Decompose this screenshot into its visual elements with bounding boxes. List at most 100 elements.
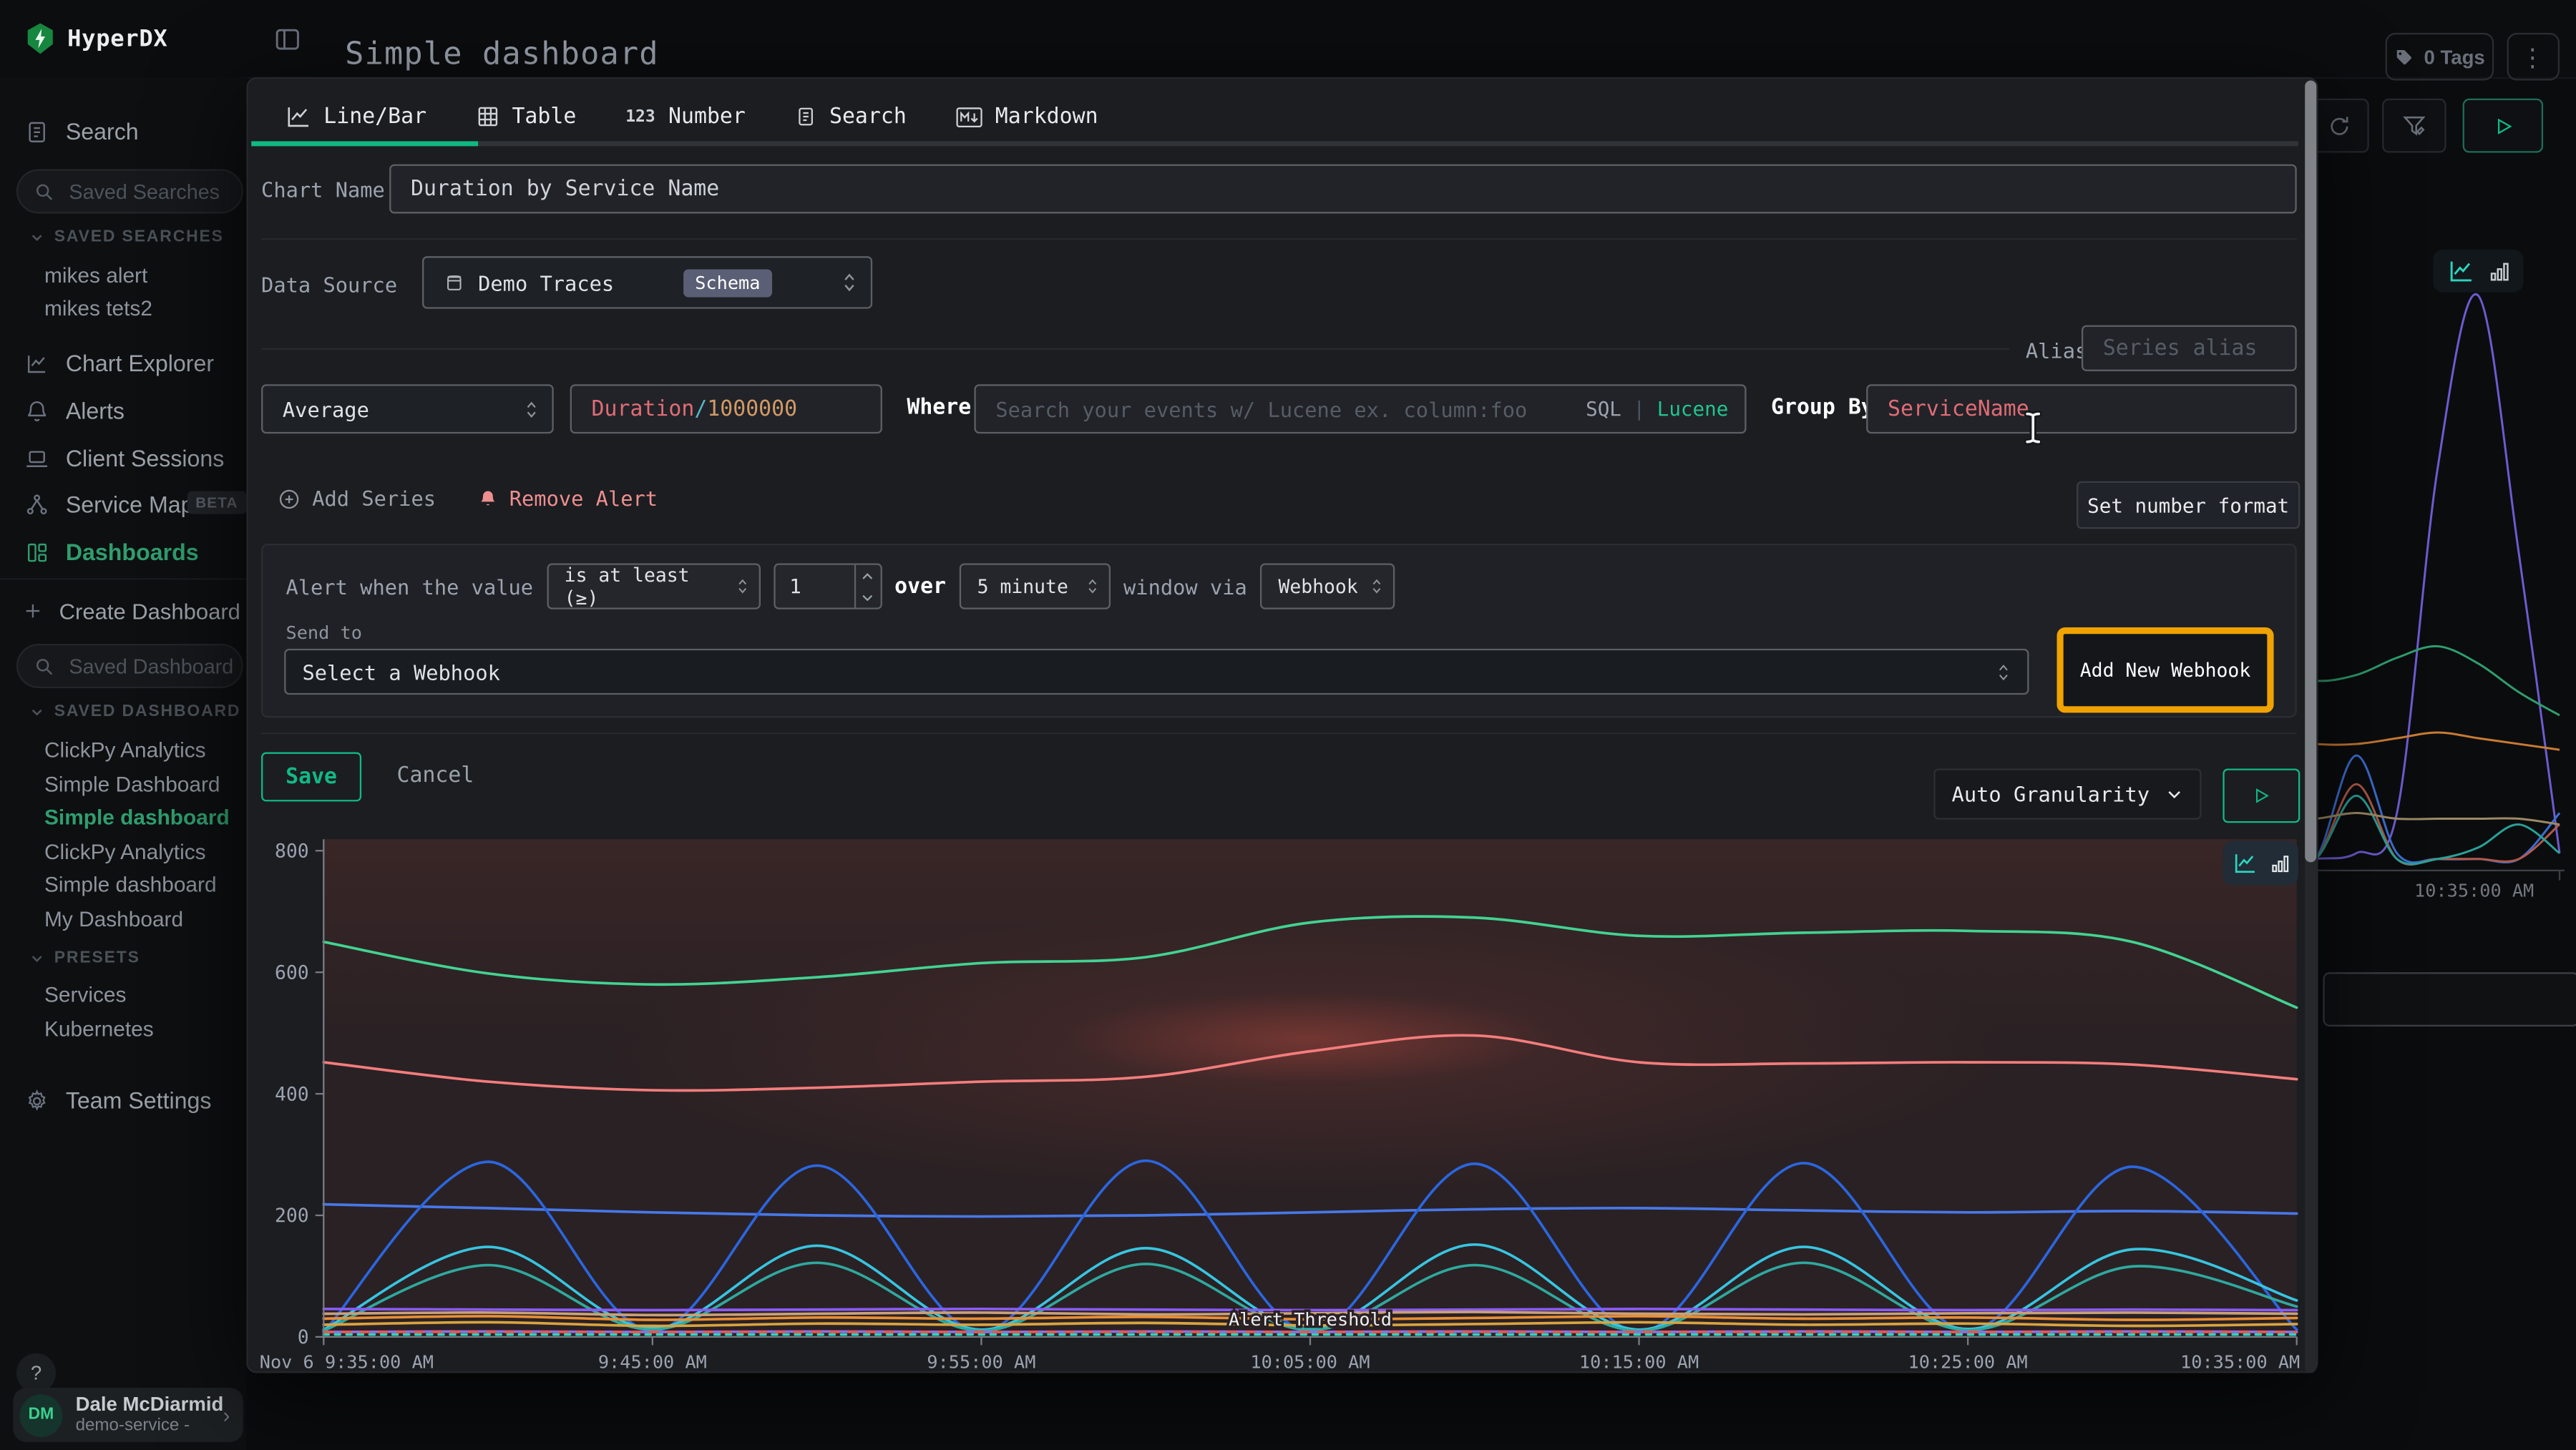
x-tick-label: 10:15:00 AM [1579, 1352, 1699, 1373]
data-source-value: Demo Traces [478, 270, 614, 295]
aggregation-select[interactable]: Average [261, 384, 554, 433]
saved-dashboards-input[interactable] [16, 644, 243, 688]
sidebar-item-label: Search [66, 118, 139, 144]
line-chart-icon [2232, 853, 2256, 874]
dashboard-item[interactable]: ClickPy Analytics [44, 738, 206, 762]
number-spinner[interactable] [854, 565, 880, 608]
preview-run-button[interactable] [2223, 768, 2300, 823]
user-card[interactable]: DM Dale McDiarmid demo-service - › [13, 1388, 243, 1442]
filter-button[interactable] [2382, 99, 2446, 153]
dashboard-item-active[interactable]: Simple dashboard [44, 805, 230, 829]
alert-channel-select[interactable]: Webhook [1260, 564, 1395, 609]
saved-search-item[interactable]: mikes alert [44, 263, 147, 287]
bg-x-tick-label: 10:35:00 AM [2414, 881, 2534, 901]
y-tick-label: 0 [298, 1326, 309, 1348]
tab-table[interactable]: Table [452, 92, 601, 142]
preset-item[interactable]: Services [44, 982, 126, 1006]
alert-window-select[interactable]: 5 minute [959, 564, 1110, 609]
avatar: DM [20, 1393, 63, 1436]
hyperdx-logo-icon [26, 23, 54, 54]
tab-line-bar[interactable]: Line/Bar [261, 92, 451, 142]
group-by-input[interactable]: ServiceName [1866, 384, 2297, 433]
tab-markdown[interactable]: Markdown [931, 92, 1123, 142]
presets-header[interactable]: PRESETS [29, 949, 140, 967]
cancel-button[interactable]: Cancel [386, 753, 485, 798]
saved-dashboards-header[interactable]: SAVED DASHBOARD [29, 703, 240, 721]
saved-search-item[interactable]: mikes tets2 [44, 295, 152, 320]
markdown-icon [956, 106, 982, 127]
sidebar-item-dashboards[interactable]: Dashboards [0, 529, 246, 574]
text-cursor [2022, 411, 2044, 445]
alert-threshold-input[interactable] [773, 564, 882, 609]
spinner-up-icon[interactable] [861, 571, 874, 581]
bell-icon [23, 398, 49, 424]
sidebar-item-search[interactable]: Search [0, 109, 246, 155]
dashboard-item[interactable]: ClickPy Analytics [44, 839, 206, 863]
saved-searches-input[interactable] [16, 169, 243, 213]
data-source-select[interactable]: Demo Traces Schema [422, 256, 872, 308]
page-title: Simple dashboard [345, 36, 659, 73]
saved-searches-field[interactable] [66, 178, 237, 205]
x-tick-label: 10:25:00 AM [1908, 1352, 2028, 1373]
sidebar-item-alerts[interactable]: Alerts [0, 388, 246, 433]
tab-number[interactable]: 123 Number [601, 92, 771, 142]
chevrons-updown-icon [1370, 577, 1383, 597]
add-new-webhook-button[interactable]: Add New Webhook [2057, 627, 2273, 712]
modal-scrollbar[interactable] [2305, 81, 2316, 1373]
brand[interactable]: HyperDX [26, 23, 168, 54]
sidebar-item-label: Dashboards [66, 539, 199, 565]
tags-button[interactable]: 0 Tags [2386, 33, 2494, 81]
tab-search[interactable]: Search [770, 92, 931, 142]
run-query-button[interactable] [2463, 99, 2544, 153]
more-options-button[interactable]: ⋮ [2507, 33, 2560, 81]
remove-alert-button[interactable]: Remove Alert [478, 486, 658, 511]
play-icon [2493, 116, 2513, 136]
bar-chart-icon [2270, 853, 2290, 873]
spinner-down-icon[interactable] [861, 592, 874, 602]
help-button[interactable]: ? [16, 1353, 56, 1393]
background-panel-edge [2323, 972, 2576, 1027]
sidebar-item-client-sessions[interactable]: Client Sessions [0, 435, 246, 481]
field-expression-input[interactable]: Duration/1000000 [570, 384, 882, 433]
x-tick-label: Nov 6 9:35:00 AM [260, 1352, 434, 1373]
alias-label: Alias [2026, 338, 2087, 363]
sidebar-item-service-map[interactable]: Service Map BETA [0, 481, 246, 527]
search-list-icon [23, 118, 49, 144]
set-number-format-button[interactable]: Set number format [2077, 481, 2300, 529]
saved-dashboards-field[interactable] [66, 653, 237, 680]
add-series-button[interactable]: Add Series [278, 486, 436, 511]
alert-operator-select[interactable]: is at least (≥) [546, 564, 759, 609]
scrollbar-thumb[interactable] [2305, 81, 2316, 863]
chart-explorer-icon [23, 350, 49, 376]
dashboard-item[interactable]: Simple dashboard [44, 872, 217, 896]
window-via-label: window via [1123, 574, 1247, 598]
language-toggle[interactable]: SQL | Lucene [1586, 398, 1728, 421]
create-dashboard-button[interactable]: Create Dashboard [0, 588, 246, 634]
x-tick-label: 9:45:00 AM [598, 1352, 707, 1373]
sidebar-collapse-icon[interactable] [273, 24, 302, 54]
chart-type-tabs: Line/Bar Table 123 Number Search [261, 92, 1123, 142]
x-tick-label: 10:35:00 AM [2180, 1352, 2300, 1373]
granularity-select[interactable]: Auto Granularity [1933, 768, 2201, 819]
alias-input[interactable] [2082, 325, 2297, 371]
sidebar-item-team-settings[interactable]: Team Settings [0, 1077, 246, 1123]
refresh-button[interactable] [2310, 99, 2369, 153]
saved-searches-header[interactable]: SAVED SEARCHES [29, 228, 224, 246]
chevron-down-icon [29, 230, 44, 245]
where-search-input[interactable]: SQL | Lucene [974, 384, 1746, 433]
bg-series-blue [2318, 755, 2560, 866]
sidebar-item-chart-explorer[interactable]: Chart Explorer [0, 340, 246, 386]
webhook-select[interactable]: Select a Webhook [284, 649, 2029, 695]
chevron-down-icon [29, 705, 44, 720]
dashboard-item[interactable]: My Dashboard [44, 906, 183, 931]
save-button[interactable]: Save [261, 753, 361, 802]
divider [261, 238, 2297, 240]
preset-item[interactable]: Kubernetes [44, 1017, 154, 1041]
chart-type-toggle[interactable] [2223, 841, 2298, 886]
chart-name-input[interactable] [389, 165, 2297, 214]
service-map-icon [23, 491, 49, 517]
line-chart-icon [286, 105, 310, 128]
send-to-label: Send to [286, 622, 361, 644]
circle-plus-icon [278, 487, 301, 510]
dashboard-item[interactable]: Simple Dashboard [44, 772, 220, 796]
